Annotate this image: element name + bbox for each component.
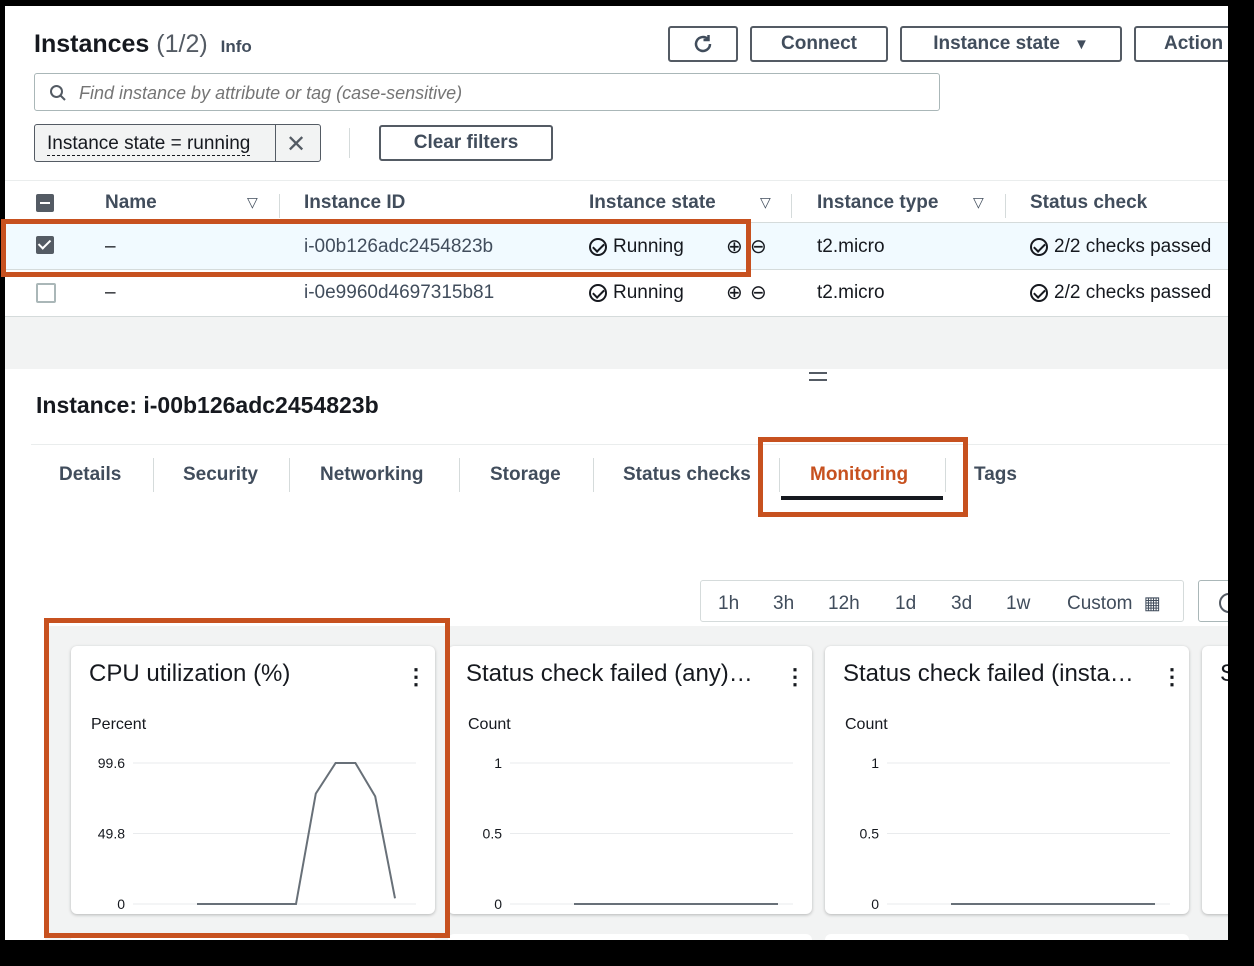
tab-status-checks[interactable]: Status checks bbox=[623, 464, 751, 486]
zoom-in-icon[interactable]: ⊕ bbox=[726, 280, 743, 305]
column-divider bbox=[279, 194, 280, 218]
filter-token-label: Instance state = running bbox=[47, 133, 251, 156]
range-1w[interactable]: 1w bbox=[1006, 593, 1030, 615]
column-divider bbox=[791, 194, 792, 218]
filter-token: Instance state = running ✕ bbox=[34, 124, 321, 162]
table-top-border bbox=[5, 180, 1228, 181]
metric-card-status-any: Status check failed (any)… ⋮ Count 1 0.5 0 bbox=[448, 646, 812, 914]
tab-divider bbox=[153, 458, 154, 492]
range-3d[interactable]: 3d bbox=[951, 593, 972, 615]
row-checkbox[interactable] bbox=[36, 283, 56, 303]
indeterminate-mark-icon bbox=[40, 202, 50, 204]
resize-handle-icon[interactable] bbox=[809, 379, 827, 381]
sort-icon[interactable]: ▽ bbox=[760, 194, 771, 211]
status-instance-chart: 10.50 bbox=[860, 755, 1170, 912]
tab-details[interactable]: Details bbox=[59, 464, 121, 486]
calendar-icon: ▦ bbox=[1143, 593, 1161, 613]
instance-detail-title: Instance: i-00b126adc2454823b bbox=[36, 392, 379, 418]
split-gap bbox=[5, 316, 1228, 369]
y-tick-label: 1 bbox=[871, 755, 879, 771]
column-header-status-check[interactable]: Status check bbox=[1030, 192, 1147, 214]
zoom-out-icon[interactable]: ⊖ bbox=[750, 234, 767, 259]
tab-tags[interactable]: Tags bbox=[974, 464, 1017, 486]
sort-icon[interactable]: ▽ bbox=[247, 194, 258, 211]
refresh-metrics-button[interactable] bbox=[1198, 580, 1228, 622]
range-1h[interactable]: 1h bbox=[718, 593, 739, 615]
range-12h[interactable]: 12h bbox=[828, 593, 860, 615]
sort-icon[interactable]: ▽ bbox=[973, 194, 984, 211]
y-tick-label: 0.5 bbox=[483, 826, 503, 842]
connect-button[interactable]: Connect bbox=[750, 26, 888, 62]
row-instance-state: Running bbox=[589, 282, 684, 304]
success-check-icon bbox=[1030, 238, 1048, 256]
row-instance-id-link[interactable]: i-0e9960d4697315b81 bbox=[304, 282, 494, 304]
tab-networking[interactable]: Networking bbox=[320, 464, 423, 486]
metric-card-next bbox=[448, 934, 812, 940]
search-field[interactable] bbox=[34, 73, 940, 111]
caret-down-icon: ▼ bbox=[1073, 35, 1089, 53]
highlight-selected-row bbox=[1, 219, 751, 277]
selection-count: (1/2) bbox=[156, 30, 208, 58]
range-3h[interactable]: 3h bbox=[773, 593, 794, 615]
highlight-monitoring-tab bbox=[758, 437, 968, 517]
tab-security[interactable]: Security bbox=[183, 464, 258, 486]
tab-divider bbox=[459, 458, 460, 492]
success-check-icon bbox=[589, 284, 607, 302]
instance-state-dropdown[interactable]: Instance state ▼ bbox=[900, 26, 1122, 62]
resize-handle-icon[interactable] bbox=[809, 372, 827, 374]
metric-card-next bbox=[825, 934, 1189, 940]
highlight-cpu-card bbox=[44, 618, 450, 938]
title-text: Instances bbox=[34, 30, 150, 58]
page-title: Instances (1/2) Info bbox=[34, 30, 252, 59]
instance-state-label: Instance state bbox=[933, 33, 1060, 54]
zoom-out-icon[interactable]: ⊖ bbox=[750, 280, 767, 305]
y-tick-label: 0 bbox=[871, 896, 879, 912]
filter-separator bbox=[349, 128, 350, 158]
row-instance-type: t2.micro bbox=[817, 282, 885, 303]
refresh-icon bbox=[694, 35, 712, 53]
y-tick-label: 0 bbox=[494, 896, 502, 912]
state-label: Running bbox=[613, 282, 684, 303]
clear-filters-button[interactable]: Clear filters bbox=[379, 125, 553, 161]
status-any-chart: 10.50 bbox=[483, 755, 793, 912]
status-label: 2/2 checks passed bbox=[1054, 236, 1212, 257]
remove-filter-icon[interactable]: ✕ bbox=[286, 130, 306, 159]
row-name: – bbox=[105, 282, 116, 303]
column-header-name[interactable]: Name bbox=[105, 192, 157, 214]
range-1d[interactable]: 1d bbox=[895, 593, 916, 615]
tab-divider bbox=[289, 458, 290, 492]
select-all-checkbox[interactable] bbox=[36, 194, 54, 212]
success-check-icon bbox=[1030, 284, 1048, 302]
search-input[interactable] bbox=[77, 78, 931, 108]
range-custom[interactable]: Custom ▦ bbox=[1067, 593, 1161, 615]
column-divider bbox=[1005, 194, 1006, 218]
column-header-instance-state[interactable]: Instance state bbox=[589, 192, 716, 214]
tab-divider bbox=[593, 458, 594, 492]
row-status-check: 2/2 checks passed bbox=[1030, 236, 1211, 258]
status-label: 2/2 checks passed bbox=[1054, 282, 1212, 303]
y-tick-label: 1 bbox=[494, 755, 502, 771]
info-link[interactable]: Info bbox=[221, 37, 252, 56]
metric-card-partial: S bbox=[1202, 646, 1228, 914]
row-instance-type: t2.micro bbox=[817, 236, 885, 257]
column-header-instance-type[interactable]: Instance type bbox=[817, 192, 938, 214]
tab-storage[interactable]: Storage bbox=[490, 464, 561, 486]
filter-divider bbox=[275, 125, 276, 161]
row-status-check: 2/2 checks passed bbox=[1030, 282, 1211, 304]
range-custom-label: Custom bbox=[1067, 593, 1133, 614]
actions-dropdown[interactable]: Action bbox=[1134, 26, 1228, 62]
y-tick-label: 0.5 bbox=[860, 826, 880, 842]
card-title-partial: S bbox=[1220, 660, 1228, 688]
column-header-instance-id[interactable]: Instance ID bbox=[304, 192, 405, 214]
refresh-icon bbox=[1219, 593, 1228, 613]
refresh-button[interactable] bbox=[668, 26, 738, 62]
search-icon bbox=[50, 85, 66, 101]
metric-card-status-instance: Status check failed (insta… ⋮ Count 1 0.5… bbox=[825, 646, 1189, 914]
